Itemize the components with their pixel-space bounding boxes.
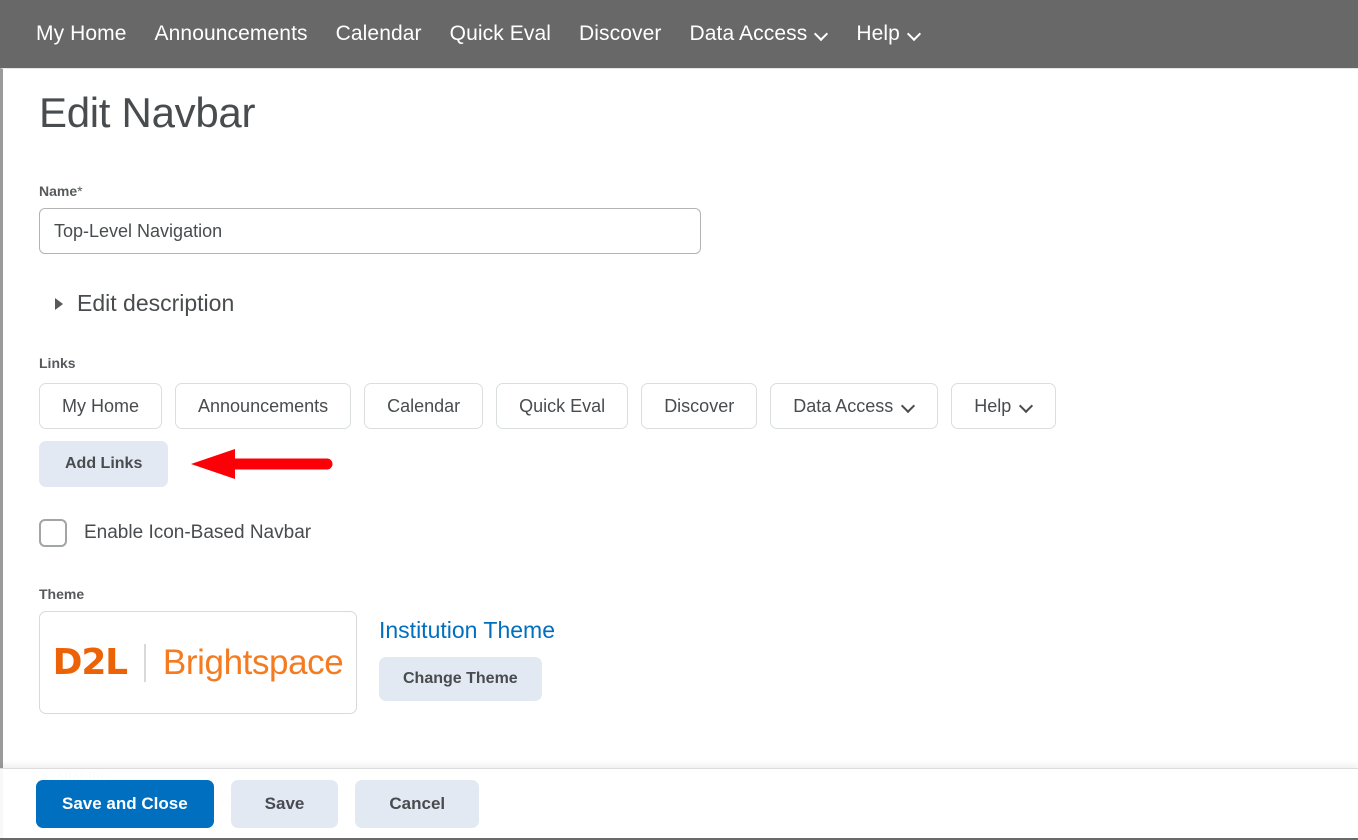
name-label-text: Name xyxy=(39,183,78,199)
navbar-item-quick-eval[interactable]: Quick Eval xyxy=(436,16,565,52)
chevron-down-icon xyxy=(908,28,921,41)
link-chip-discover[interactable]: Discover xyxy=(641,383,758,429)
institution-theme-link[interactable]: Institution Theme xyxy=(379,617,555,644)
link-chip-calendar[interactable]: Calendar xyxy=(364,383,484,429)
page-content: Edit Navbar Name* Edit description Links… xyxy=(0,68,1358,840)
link-chip-help[interactable]: Help xyxy=(951,383,1057,429)
save-and-close-button[interactable]: Save and Close xyxy=(36,779,214,828)
navbar-item-label: Help xyxy=(856,22,900,45)
theme-preview-card[interactable]: D2L Brightspace xyxy=(39,611,357,714)
link-chip-my-home[interactable]: My Home xyxy=(39,383,163,429)
link-chip-label: My Home xyxy=(62,395,140,416)
d2l-brightspace-logo: D2L Brightspace xyxy=(53,642,344,683)
top-navbar: My Home Announcements Calendar Quick Eva… xyxy=(0,0,1358,68)
navbar-item-help[interactable]: Help xyxy=(842,16,935,52)
theme-section-label: Theme xyxy=(39,586,85,602)
link-chip-label: Announcements xyxy=(198,395,329,416)
red-arrow-annotation xyxy=(191,449,333,479)
theme-details: Institution Theme Change Theme xyxy=(379,611,555,701)
change-theme-button[interactable]: Change Theme xyxy=(379,657,542,701)
navbar-item-label: Announcements xyxy=(154,22,308,45)
navbar-item-label: Calendar xyxy=(335,22,422,45)
enable-icon-navbar-checkbox[interactable] xyxy=(39,519,67,547)
link-chip-label: Calendar xyxy=(387,395,461,416)
add-links-button[interactable]: Add Links xyxy=(39,441,169,487)
chevron-down-icon xyxy=(1020,400,1033,413)
navbar-item-label: Discover xyxy=(579,22,662,45)
logo-brightspace-text: Brightspace xyxy=(162,642,344,682)
link-chip-label: Quick Eval xyxy=(519,395,606,416)
navbar-item-discover[interactable]: Discover xyxy=(565,16,675,52)
link-chip-label: Help xyxy=(974,395,1012,416)
logo-divider xyxy=(143,643,146,682)
links-chip-list: My Home Announcements Calendar Quick Eva… xyxy=(39,383,1358,429)
footer-action-bar: Save and Close Save Cancel xyxy=(0,768,1358,840)
navbar-item-label: Data Access xyxy=(689,22,808,45)
save-button[interactable]: Save xyxy=(230,779,339,828)
navbar-name-input[interactable] xyxy=(39,208,701,254)
name-field-label: Name* xyxy=(39,183,1358,199)
logo-d2l-text: D2L xyxy=(52,642,128,683)
navbar-item-calendar[interactable]: Calendar xyxy=(322,16,436,52)
navbar-item-data-access[interactable]: Data Access xyxy=(676,16,843,52)
page-title: Edit Navbar xyxy=(39,89,256,136)
add-links-row: Add Links xyxy=(39,441,1358,487)
link-chip-label: Data Access xyxy=(793,395,894,416)
link-chip-data-access[interactable]: Data Access xyxy=(770,383,939,429)
link-chip-label: Discover xyxy=(664,395,735,416)
edit-description-label: Edit description xyxy=(77,290,235,316)
required-marker: * xyxy=(77,183,83,199)
theme-row: D2L Brightspace Institution Theme Change… xyxy=(39,611,1358,714)
chevron-down-icon xyxy=(815,28,828,41)
links-section-label: Links xyxy=(39,355,76,371)
navbar-item-announcements[interactable]: Announcements xyxy=(141,16,322,52)
navbar-item-label: Quick Eval xyxy=(449,22,552,45)
navbar-item-my-home[interactable]: My Home xyxy=(36,16,141,52)
triangle-right-icon xyxy=(55,297,63,310)
browser-viewport: My Home Announcements Calendar Quick Eva… xyxy=(0,0,1358,840)
edit-description-toggle[interactable]: Edit description xyxy=(55,290,234,317)
navbar-item-label: My Home xyxy=(36,22,127,45)
chevron-down-icon xyxy=(902,400,915,413)
enable-icon-navbar-row[interactable]: Enable Icon-Based Navbar xyxy=(39,519,311,547)
link-chip-announcements[interactable]: Announcements xyxy=(175,383,352,429)
cancel-button[interactable]: Cancel xyxy=(355,779,480,828)
link-chip-quick-eval[interactable]: Quick Eval xyxy=(496,383,629,429)
enable-icon-navbar-label: Enable Icon-Based Navbar xyxy=(84,522,312,543)
